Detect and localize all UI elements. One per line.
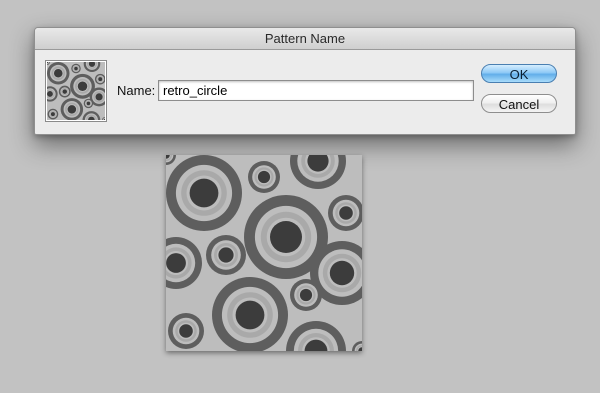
name-label: Name: (117, 83, 156, 98)
pattern-preview (166, 155, 362, 351)
cancel-button[interactable]: Cancel (481, 94, 557, 113)
pattern-ring (257, 170, 271, 184)
pattern-ring (77, 81, 88, 91)
pattern-ring (166, 253, 186, 273)
pattern-ring (67, 105, 77, 114)
pattern-ring (86, 101, 91, 106)
workspace: Pattern Name Name: OK Cancel (0, 0, 600, 393)
pattern-ring (62, 89, 68, 94)
pattern-ring (95, 93, 103, 101)
ok-button[interactable]: OK (481, 64, 557, 83)
pattern-ring (53, 68, 63, 78)
pattern-ring (218, 247, 234, 263)
pattern-ring (235, 300, 265, 330)
pattern-ring (329, 260, 355, 286)
pattern-ring (50, 112, 55, 117)
pattern-thumbnail (45, 60, 107, 122)
pattern-ring (299, 288, 313, 302)
pattern-ring (189, 178, 219, 208)
pattern-name-input[interactable] (158, 80, 474, 101)
pattern-ring (98, 77, 103, 82)
pattern-ring (47, 91, 53, 97)
dialog-title: Pattern Name (35, 28, 575, 50)
pattern-name-dialog: Pattern Name Name: OK Cancel (34, 27, 576, 135)
pattern-ring (270, 221, 302, 253)
pattern-ring (74, 66, 78, 71)
pattern-ring (179, 324, 193, 338)
pattern-ring (339, 206, 353, 220)
